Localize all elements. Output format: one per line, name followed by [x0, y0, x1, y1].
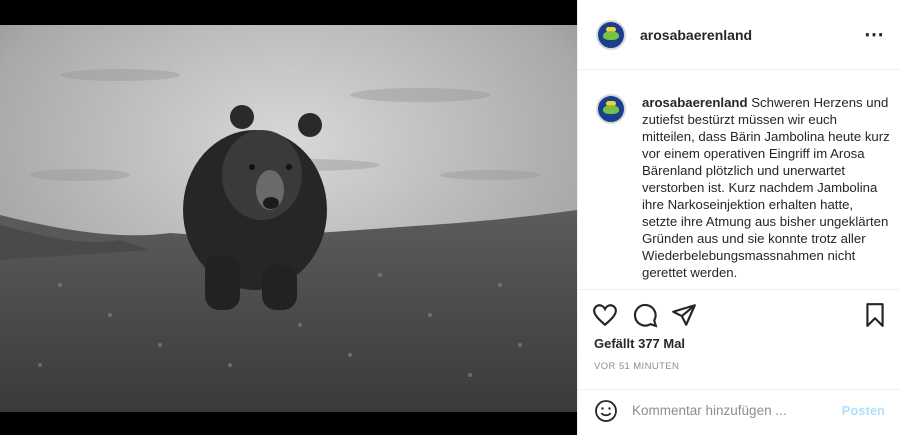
avatar-logo-bottom: [603, 105, 619, 114]
comment-bar: Posten: [578, 389, 900, 435]
avatar-logo-bottom: [603, 31, 619, 40]
post-caption: arosabaerenland Schweren Herzens und zut…: [642, 94, 890, 281]
heart-icon[interactable]: [592, 302, 618, 328]
like-count[interactable]: Gefällt 377 Mal: [594, 336, 685, 351]
post-panel: arosabaerenland ⋯ arosabaerenland Schwer…: [577, 0, 900, 435]
comment-input[interactable]: [632, 403, 822, 418]
comment-icon[interactable]: [632, 302, 658, 328]
caption-avatar[interactable]: [596, 94, 626, 124]
post-header: arosabaerenland ⋯: [578, 0, 900, 70]
action-bar: [578, 298, 900, 334]
smiley-icon[interactable]: [594, 399, 618, 423]
bear-photo[interactable]: [0, 25, 577, 412]
post-media[interactable]: [0, 0, 577, 435]
caption-text: Schweren Herzens und zutiefst bestürzt m…: [642, 95, 890, 280]
post-comment-button[interactable]: Posten: [842, 403, 885, 418]
bookmark-icon[interactable]: [862, 302, 888, 328]
header-username[interactable]: arosabaerenland: [640, 27, 752, 43]
avatar[interactable]: [596, 20, 626, 50]
more-options-icon[interactable]: ⋯: [864, 22, 885, 47]
post-timestamp[interactable]: VOR 51 MINUTEN: [594, 361, 679, 372]
caption-username[interactable]: arosabaerenland: [642, 95, 748, 110]
comments-area[interactable]: arosabaerenland Schweren Herzens und zut…: [578, 70, 900, 290]
paper-plane-icon[interactable]: [671, 302, 697, 328]
